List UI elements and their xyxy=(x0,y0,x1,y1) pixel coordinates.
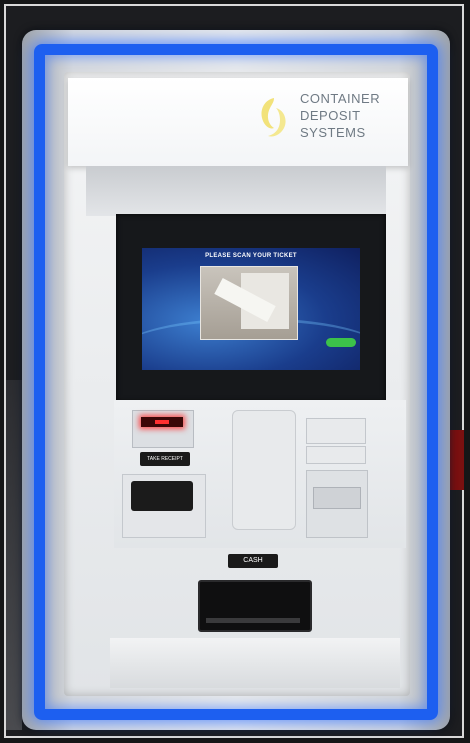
card-reader[interactable] xyxy=(306,470,368,538)
upper-slot xyxy=(306,418,366,444)
illuminated-sign: CONTAINER DEPOSIT SYSTEMS xyxy=(68,78,408,166)
cash-dispenser-lip xyxy=(206,618,300,623)
cash-dispenser[interactable] xyxy=(198,580,312,632)
ticket-scan-illustration xyxy=(200,266,298,340)
brand-name: CONTAINER DEPOSIT SYSTEMS xyxy=(300,90,404,141)
brand-line-1: CONTAINER xyxy=(300,91,381,106)
receipt-printer xyxy=(132,410,194,448)
bottom-ledge xyxy=(110,638,400,688)
touch-display[interactable]: PLEASE SCAN YOUR TICKET xyxy=(142,248,360,370)
background-right xyxy=(450,430,464,490)
card-reader-opening xyxy=(313,487,361,509)
receipt-indicator-light xyxy=(141,417,183,427)
middle-slot xyxy=(306,446,366,464)
ticket-reader-slot xyxy=(131,481,193,511)
blank-panel xyxy=(232,410,296,530)
background-left xyxy=(6,380,22,730)
green-screen-button[interactable] xyxy=(326,338,356,347)
ticket-reader[interactable] xyxy=(122,474,206,538)
take-receipt-label: TAKE RECEIPT xyxy=(140,452,190,466)
scan-prompt: PLEASE SCAN YOUR TICKET xyxy=(205,253,297,259)
screen-hood xyxy=(86,166,386,216)
brand-line-2: DEPOSIT xyxy=(300,108,361,123)
brand-line-3: SYSTEMS xyxy=(300,125,366,140)
brand-logo-icon xyxy=(261,98,286,137)
cash-label: CASH xyxy=(228,554,278,568)
